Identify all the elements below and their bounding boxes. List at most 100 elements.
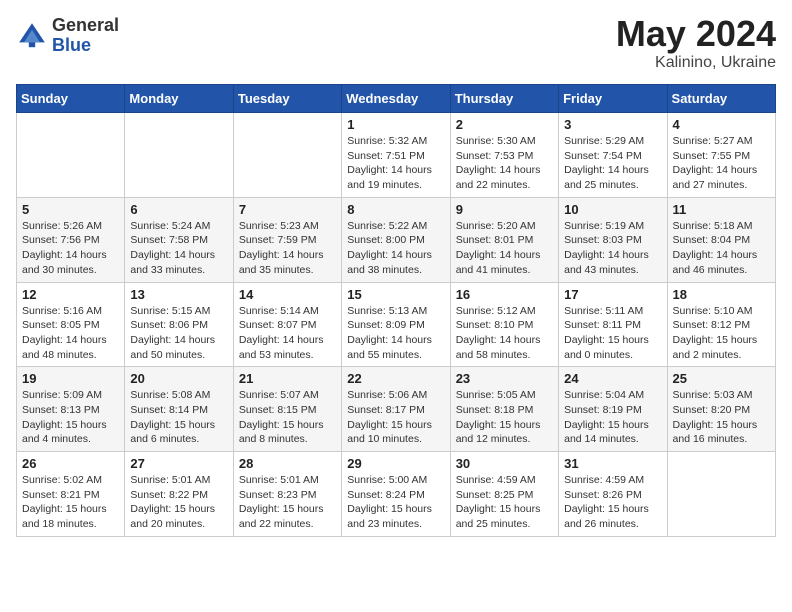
logo-text: General Blue <box>52 16 119 56</box>
weekday-saturday: Saturday <box>667 85 775 113</box>
week-row-3: 19 Sunrise: 5:09 AM Sunset: 8:13 PM Dayli… <box>17 367 776 452</box>
calendar-cell <box>17 113 125 198</box>
day-info: Sunrise: 5:30 AM Sunset: 7:53 PM Dayligh… <box>456 134 553 193</box>
day-number: 29 <box>347 456 444 471</box>
logo: General Blue <box>16 16 119 56</box>
calendar-cell: 13 Sunrise: 5:15 AM Sunset: 8:06 PM Dayli… <box>125 282 233 367</box>
calendar-cell: 9 Sunrise: 5:20 AM Sunset: 8:01 PM Daylig… <box>450 197 558 282</box>
calendar-cell: 27 Sunrise: 5:01 AM Sunset: 8:22 PM Dayli… <box>125 452 233 537</box>
weekday-thursday: Thursday <box>450 85 558 113</box>
calendar-cell: 14Sunrise: 5:14 AM Sunset: 8:07 PM Dayli… <box>233 282 341 367</box>
day-number: 17 <box>564 287 661 302</box>
day-number: 20 <box>130 371 227 386</box>
calendar-cell: 29 Sunrise: 5:00 AM Sunset: 8:24 PM Dayli… <box>342 452 450 537</box>
day-info: Sunrise: 4:59 AM Sunset: 8:26 PM Dayligh… <box>564 473 661 532</box>
day-number: 5 <box>22 202 119 217</box>
calendar-cell <box>125 113 233 198</box>
day-info: Sunrise: 5:27 AM Sunset: 7:55 PM Dayligh… <box>673 134 770 193</box>
day-number: 3 <box>564 117 661 132</box>
day-number: 15 <box>347 287 444 302</box>
calendar-cell: 3 Sunrise: 5:29 AM Sunset: 7:54 PM Daylig… <box>559 113 667 198</box>
calendar-cell <box>233 113 341 198</box>
day-number: 9 <box>456 202 553 217</box>
day-info: Sunrise: 5:10 AM Sunset: 8:12 PM Dayligh… <box>673 304 770 363</box>
title-location: Kalinino, Ukraine <box>616 54 776 72</box>
week-row-2: 12 Sunrise: 5:16 AM Sunset: 8:05 PM Dayli… <box>17 282 776 367</box>
day-number: 22 <box>347 371 444 386</box>
day-info: Sunrise: 5:11 AM Sunset: 8:11 PM Dayligh… <box>564 304 661 363</box>
calendar-cell: 16 Sunrise: 5:12 AM Sunset: 8:10 PM Dayli… <box>450 282 558 367</box>
day-number: 7 <box>239 202 336 217</box>
day-info: Sunrise: 5:16 AM Sunset: 8:05 PM Dayligh… <box>22 304 119 363</box>
logo-blue: Blue <box>52 36 119 56</box>
day-info: Sunrise: 5:20 AM Sunset: 8:01 PM Dayligh… <box>456 219 553 278</box>
calendar-cell <box>667 452 775 537</box>
calendar-cell: 17 Sunrise: 5:11 AM Sunset: 8:11 PM Dayli… <box>559 282 667 367</box>
day-number: 8 <box>347 202 444 217</box>
logo-general: General <box>52 16 119 36</box>
day-info: Sunrise: 5:07 AM Sunset: 8:15 PM Dayligh… <box>239 388 336 447</box>
day-number: 13 <box>130 287 227 302</box>
day-info: Sunrise: 5:24 AM Sunset: 7:58 PM Dayligh… <box>130 219 227 278</box>
day-info: Sunrise: 5:01 AM Sunset: 8:23 PM Dayligh… <box>239 473 336 532</box>
calendar-cell: 28Sunrise: 5:01 AM Sunset: 8:23 PM Dayli… <box>233 452 341 537</box>
day-info: Sunrise: 5:02 AM Sunset: 8:21 PM Dayligh… <box>22 473 119 532</box>
day-info: Sunrise: 5:06 AM Sunset: 8:17 PM Dayligh… <box>347 388 444 447</box>
calendar-body: 1Sunrise: 5:32 AM Sunset: 7:51 PM Daylig… <box>17 113 776 537</box>
calendar-cell: 1Sunrise: 5:32 AM Sunset: 7:51 PM Daylig… <box>342 113 450 198</box>
day-number: 16 <box>456 287 553 302</box>
calendar-header: SundayMondayTuesdayWednesdayThursdayFrid… <box>17 85 776 113</box>
day-number: 2 <box>456 117 553 132</box>
day-number: 27 <box>130 456 227 471</box>
calendar-cell: 23Sunrise: 5:05 AM Sunset: 8:18 PM Dayli… <box>450 367 558 452</box>
day-number: 30 <box>456 456 553 471</box>
day-info: Sunrise: 5:05 AM Sunset: 8:18 PM Dayligh… <box>456 388 553 447</box>
calendar-cell: 6 Sunrise: 5:24 AM Sunset: 7:58 PM Daylig… <box>125 197 233 282</box>
calendar-cell: 8 Sunrise: 5:22 AM Sunset: 8:00 PM Daylig… <box>342 197 450 282</box>
week-row-4: 26 Sunrise: 5:02 AM Sunset: 8:21 PM Dayli… <box>17 452 776 537</box>
calendar-cell: 24 Sunrise: 5:04 AM Sunset: 8:19 PM Dayli… <box>559 367 667 452</box>
weekday-sunday: Sunday <box>17 85 125 113</box>
day-number: 24 <box>564 371 661 386</box>
day-info: Sunrise: 5:01 AM Sunset: 8:22 PM Dayligh… <box>130 473 227 532</box>
day-info: Sunrise: 5:12 AM Sunset: 8:10 PM Dayligh… <box>456 304 553 363</box>
day-info: Sunrise: 5:04 AM Sunset: 8:19 PM Dayligh… <box>564 388 661 447</box>
calendar-cell: 26 Sunrise: 5:02 AM Sunset: 8:21 PM Dayli… <box>17 452 125 537</box>
calendar-cell: 18Sunrise: 5:10 AM Sunset: 8:12 PM Dayli… <box>667 282 775 367</box>
day-info: Sunrise: 5:15 AM Sunset: 8:06 PM Dayligh… <box>130 304 227 363</box>
day-number: 12 <box>22 287 119 302</box>
day-info: Sunrise: 5:03 AM Sunset: 8:20 PM Dayligh… <box>673 388 770 447</box>
calendar-cell: 30 Sunrise: 4:59 AM Sunset: 8:25 PM Dayli… <box>450 452 558 537</box>
calendar-cell: 10 Sunrise: 5:19 AM Sunset: 8:03 PM Dayli… <box>559 197 667 282</box>
day-info: Sunrise: 5:13 AM Sunset: 8:09 PM Dayligh… <box>347 304 444 363</box>
calendar-table: SundayMondayTuesdayWednesdayThursdayFrid… <box>16 84 776 537</box>
day-number: 31 <box>564 456 661 471</box>
day-info: Sunrise: 5:29 AM Sunset: 7:54 PM Dayligh… <box>564 134 661 193</box>
day-info: Sunrise: 5:00 AM Sunset: 8:24 PM Dayligh… <box>347 473 444 532</box>
calendar-cell: 5Sunrise: 5:26 AM Sunset: 7:56 PM Daylig… <box>17 197 125 282</box>
day-number: 26 <box>22 456 119 471</box>
day-number: 4 <box>673 117 770 132</box>
day-number: 21 <box>239 371 336 386</box>
calendar-cell: 31 Sunrise: 4:59 AM Sunset: 8:26 PM Dayli… <box>559 452 667 537</box>
day-number: 10 <box>564 202 661 217</box>
calendar-cell: 4 Sunrise: 5:27 AM Sunset: 7:55 PM Daylig… <box>667 113 775 198</box>
calendar-cell: 21 Sunrise: 5:07 AM Sunset: 8:15 PM Dayli… <box>233 367 341 452</box>
day-info: Sunrise: 5:22 AM Sunset: 8:00 PM Dayligh… <box>347 219 444 278</box>
calendar-cell: 20Sunrise: 5:08 AM Sunset: 8:14 PM Dayli… <box>125 367 233 452</box>
week-row-0: 1Sunrise: 5:32 AM Sunset: 7:51 PM Daylig… <box>17 113 776 198</box>
day-info: Sunrise: 5:19 AM Sunset: 8:03 PM Dayligh… <box>564 219 661 278</box>
title-block: May 2024 Kalinino, Ukraine <box>616 16 776 72</box>
weekday-wednesday: Wednesday <box>342 85 450 113</box>
day-number: 6 <box>130 202 227 217</box>
day-number: 11 <box>673 202 770 217</box>
day-info: Sunrise: 4:59 AM Sunset: 8:25 PM Dayligh… <box>456 473 553 532</box>
day-number: 19 <box>22 371 119 386</box>
day-info: Sunrise: 5:09 AM Sunset: 8:13 PM Dayligh… <box>22 388 119 447</box>
calendar-cell: 22 Sunrise: 5:06 AM Sunset: 8:17 PM Dayli… <box>342 367 450 452</box>
day-number: 14 <box>239 287 336 302</box>
title-month: May 2024 <box>616 16 776 52</box>
calendar-cell: 12 Sunrise: 5:16 AM Sunset: 8:05 PM Dayli… <box>17 282 125 367</box>
weekday-monday: Monday <box>125 85 233 113</box>
day-number: 1 <box>347 117 444 132</box>
